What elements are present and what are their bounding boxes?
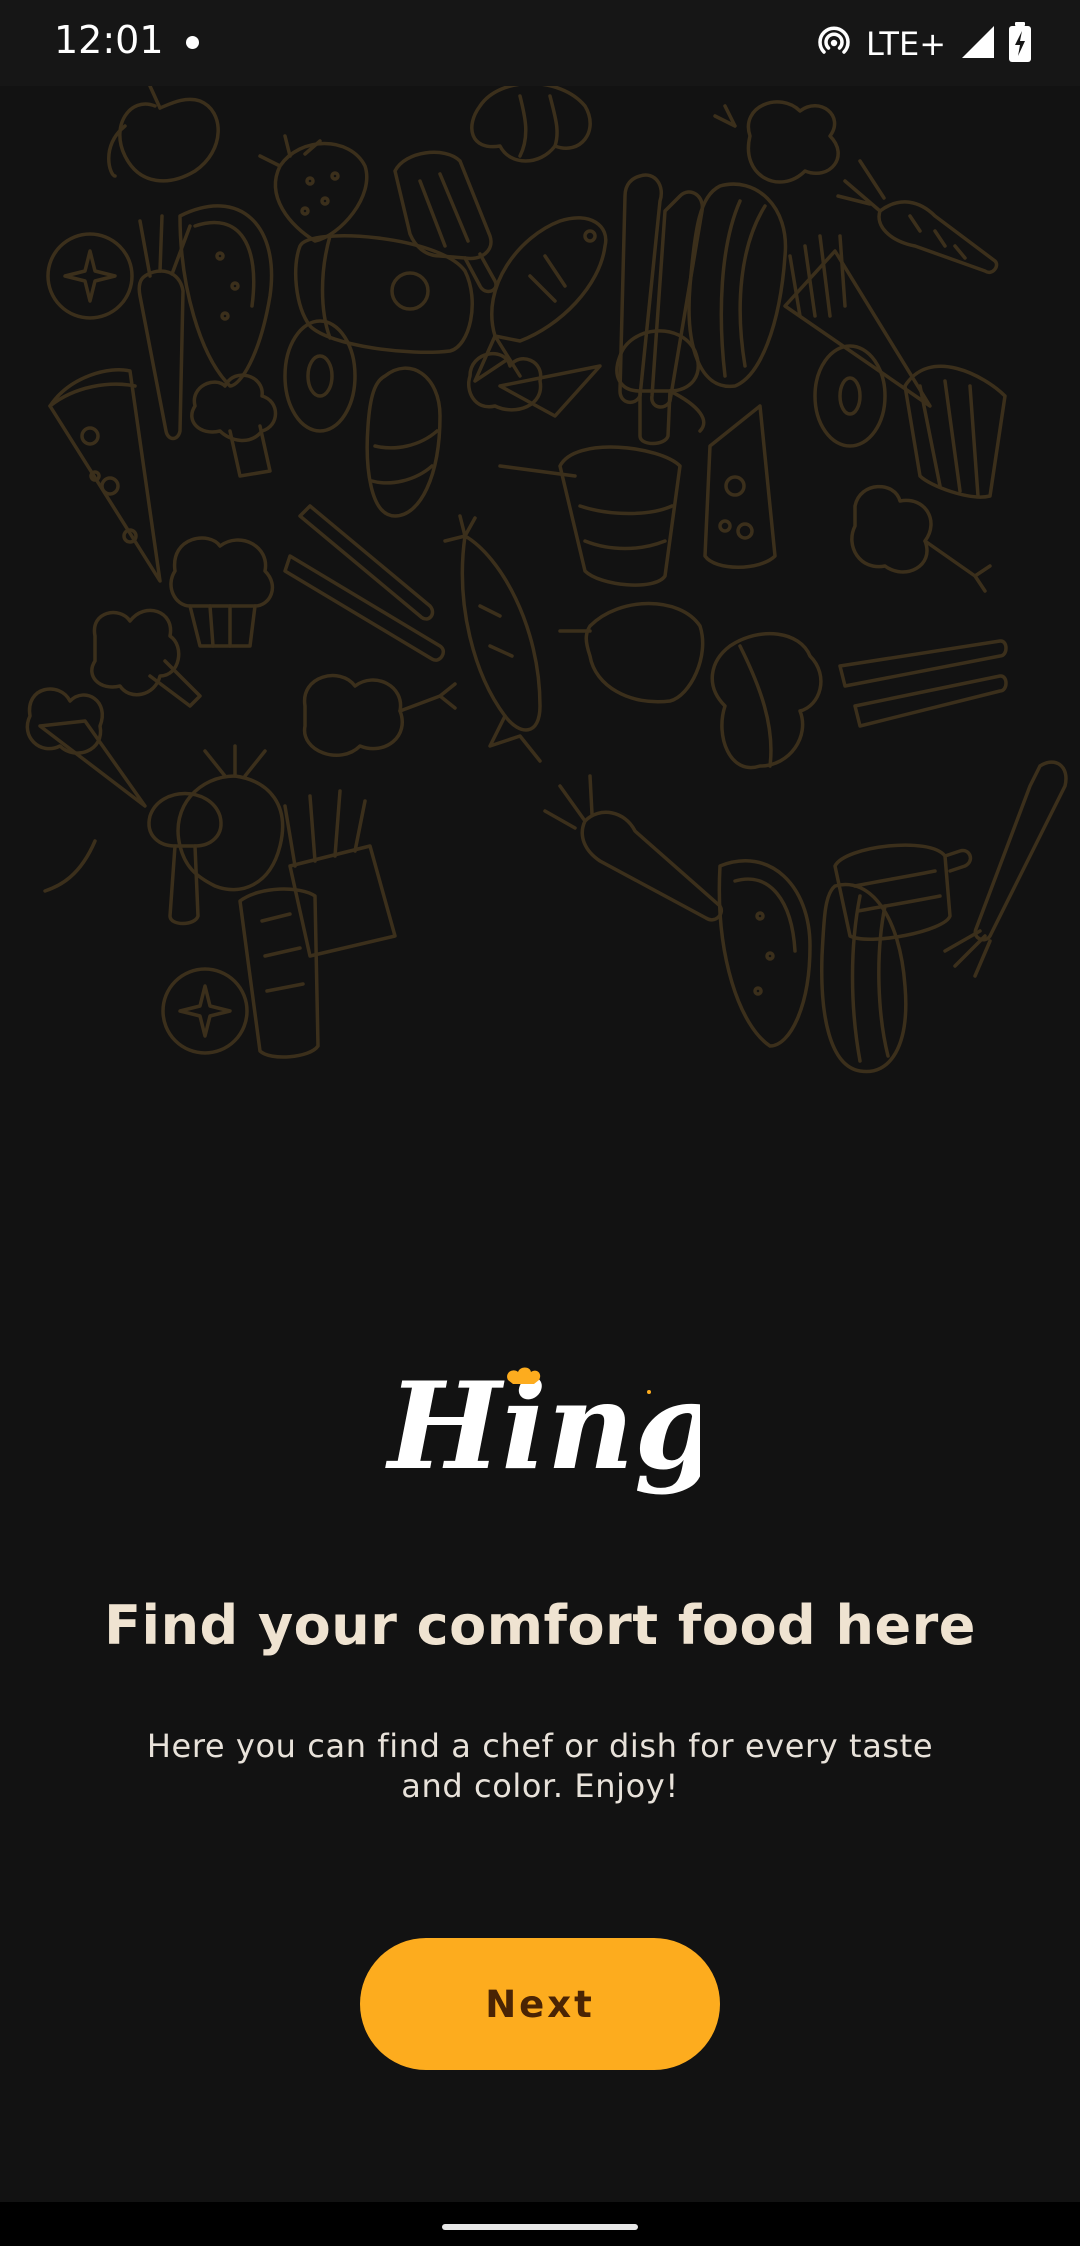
bread-sticks-doodle: [283, 504, 445, 662]
watermelon-doodle: [178, 204, 274, 388]
apple-doodle: [107, 86, 220, 183]
burrito-doodle: [365, 366, 442, 518]
chicken-leg-doodle: [303, 674, 457, 757]
status-bar: 12:01 LTE+: [0, 0, 1080, 86]
bread-sticks-doodle: [838, 639, 1008, 728]
pizza-doodle: [48, 368, 162, 583]
battery-charging-icon: [1008, 21, 1032, 68]
next-button[interactable]: Next: [360, 1938, 720, 2070]
donut-doodle: [283, 319, 357, 433]
notification-dot-icon: [186, 36, 199, 49]
eggplant-doodle: [558, 601, 705, 704]
chicken-leg-doodle: [713, 100, 840, 184]
onboarding-title: Find your comfort food here: [104, 1594, 976, 1657]
onboarding-screen: 12:01 LTE+ Hing Find your comfort food h…: [0, 0, 1080, 2246]
ice-cream-cone-doodle: [467, 351, 602, 418]
ice-cream-cone-doodle: [25, 687, 147, 808]
carrot-doodle: [543, 774, 723, 922]
status-time: 12:01: [54, 18, 164, 62]
signal-icon: [960, 24, 996, 65]
cake-slice-doodle: [238, 887, 320, 1059]
tomato-doodle: [161, 967, 249, 1055]
beet-doodle: [176, 744, 285, 892]
food-doodle-pattern: [25, 86, 1068, 1074]
fries-doodle: [283, 789, 397, 958]
popcorn-doodle: [903, 364, 1007, 499]
mushroom-doodle: [615, 329, 706, 446]
fish-doodle: [443, 514, 542, 763]
broccoli-doodle: [90, 608, 202, 708]
burger-doodle: [820, 882, 908, 1074]
home-gesture-handle[interactable]: [442, 2224, 638, 2230]
hotspot-icon: [814, 22, 854, 67]
watermelon-doodle: [717, 859, 812, 1048]
status-icons: LTE+: [814, 20, 1032, 68]
hing-logo: Hing: [385, 1362, 700, 1497]
carrot-doodle: [943, 760, 1068, 978]
chicken-leg-doodle: [850, 484, 992, 593]
system-navigation-bar: [0, 2202, 1080, 2246]
burger-doodle: [687, 182, 788, 388]
fish-doodle: [473, 216, 608, 383]
logo-text: Hing: [385, 1362, 700, 1497]
cupcake-doodle: [169, 536, 275, 648]
strawberry-doodle: [258, 134, 369, 243]
donut-doodle: [813, 344, 887, 448]
croissant-doodle: [470, 86, 592, 163]
drink-can-doodle: [293, 234, 474, 355]
cheese-doodle: [703, 404, 777, 569]
tomato-doodle: [46, 232, 134, 320]
carrot-doodle: [836, 159, 999, 274]
network-type: LTE+: [866, 25, 946, 63]
popsicle-doodle: [393, 150, 498, 294]
croissant-doodle: [710, 632, 823, 770]
drink-cup-doodle: [498, 445, 682, 587]
squiggle-doodle: [43, 839, 97, 893]
broccoli-doodle: [190, 373, 278, 478]
onboarding-subtitle: Here you can find a chef or dish for eve…: [146, 1727, 934, 1805]
